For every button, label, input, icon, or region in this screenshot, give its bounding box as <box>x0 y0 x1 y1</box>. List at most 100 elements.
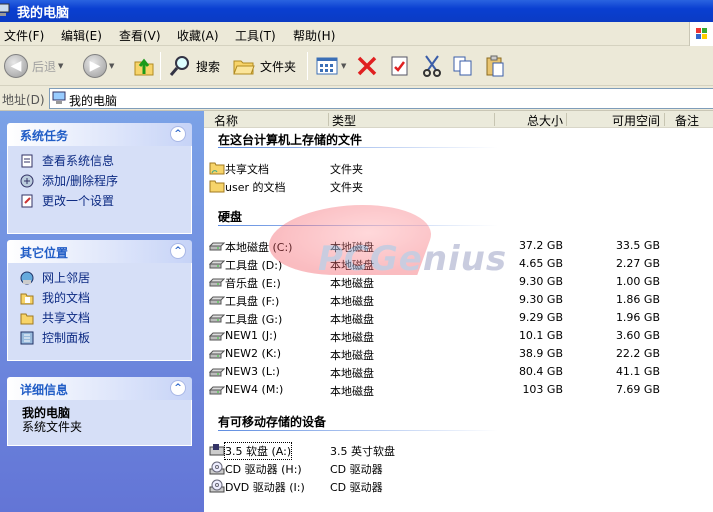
menu-view[interactable]: 查看(V) <box>119 27 161 44</box>
back-arrow-icon: ◀ <box>4 54 28 78</box>
disk-row[interactable]: 工具盘 (D:) 本地磁盘 4.65 GB 2.27 GB <box>204 255 713 273</box>
shared-documents-link[interactable]: 共享文档 <box>20 309 90 326</box>
address-bar: 地址(D) 我的电脑 <box>0 86 713 111</box>
system-tasks-body: 查看系统信息 添加/删除程序 更改一个设置 <box>7 146 192 234</box>
column-divider[interactable] <box>494 113 495 126</box>
column-free-space[interactable]: 可用空间 <box>612 112 660 129</box>
other-places-header[interactable]: 其它位置 ^ <box>7 240 192 263</box>
column-name[interactable]: 名称 <box>214 112 238 129</box>
item-name: NEW1 (J:) <box>225 329 278 342</box>
disk-row[interactable]: 工具盘 (G:) 本地磁盘 9.29 GB 1.96 GB <box>204 309 713 327</box>
item-type: 本地磁盘 <box>330 367 374 380</box>
network-places-link[interactable]: 网上邻居 <box>20 269 90 286</box>
item-type: 3.5 英寸软盘 <box>330 445 395 458</box>
paste-icon <box>486 55 504 77</box>
views-dropdown-icon[interactable]: ▼ <box>341 62 346 70</box>
menu-edit[interactable]: 编辑(E) <box>61 27 102 44</box>
other-places-body: 网上邻居 我的文档 共享文档 控制面板 <box>7 263 192 361</box>
disk-row[interactable]: NEW1 (J:) 本地磁盘 10.1 GB 3.60 GB <box>204 327 713 345</box>
change-setting-link[interactable]: 更改一个设置 <box>20 192 114 209</box>
details-description: 系统文件夹 <box>22 420 83 434</box>
paste-button[interactable] <box>483 46 507 86</box>
item-name: 工具盘 (F:) <box>225 295 280 308</box>
properties-button[interactable] <box>388 46 412 86</box>
back-button[interactable]: ◀ 后退 ▼ <box>4 46 63 86</box>
window-title: 我的电脑 <box>17 6 70 21</box>
column-divider[interactable] <box>566 113 567 126</box>
list-item[interactable]: user 的文档 文件夹 <box>204 177 713 195</box>
forward-button[interactable]: ▶ ▼ <box>83 46 114 86</box>
column-divider[interactable] <box>328 113 329 126</box>
item-free-space: 1.86 GB <box>615 293 660 306</box>
list-item[interactable]: 共享文档 文件夹 <box>204 159 713 177</box>
back-label: 后退 <box>32 59 57 74</box>
title-bar[interactable]: 我的电脑 <box>0 0 713 22</box>
item-total-size: 9.30 GB <box>518 275 563 288</box>
list-item[interactable]: DVD 驱动器 (I:) CD 驱动器 <box>204 477 713 495</box>
folders-button[interactable]: 文件夹 <box>232 46 296 86</box>
search-icon <box>169 56 189 76</box>
item-type: 文件夹 <box>330 163 363 176</box>
network-places-label: 网上邻居 <box>42 271 91 285</box>
change-setting-label: 更改一个设置 <box>42 194 115 208</box>
forward-dropdown-icon[interactable]: ▼ <box>109 62 114 70</box>
documents-folder-icon <box>20 293 34 304</box>
disk-row[interactable]: NEW3 (L:) 本地磁盘 80.4 GB 41.1 GB <box>204 363 713 381</box>
menu-file[interactable]: 文件(F) <box>4 27 44 44</box>
control-panel-label: 控制面板 <box>42 331 91 345</box>
my-documents-link[interactable]: 我的文档 <box>20 289 90 306</box>
other-places-title: 其它位置 <box>20 246 69 260</box>
shared-documents-label: 共享文档 <box>42 311 91 325</box>
collapse-icon[interactable]: ^ <box>170 126 186 142</box>
collapse-icon[interactable]: ^ <box>170 243 186 259</box>
disk-row[interactable]: 工具盘 (F:) 本地磁盘 9.30 GB 1.86 GB <box>204 291 713 309</box>
column-type[interactable]: 类型 <box>332 112 356 129</box>
item-name: 音乐盘 (E:) <box>225 277 281 290</box>
views-button[interactable]: ▼ <box>315 46 346 86</box>
disk-row[interactable]: NEW4 (M:) 本地磁盘 103 GB 7.69 GB <box>204 381 713 399</box>
item-type: 本地磁盘 <box>330 385 374 398</box>
hard-disk-icon <box>209 314 225 323</box>
column-comment[interactable]: 备注 <box>675 112 699 129</box>
item-free-space: 1.96 GB <box>615 311 660 324</box>
cut-button[interactable] <box>420 46 444 86</box>
my-documents-label: 我的文档 <box>42 291 91 305</box>
item-name: 工具盘 (G:) <box>225 313 283 326</box>
item-total-size: 38.9 GB <box>518 347 563 360</box>
details-header[interactable]: 详细信息 ^ <box>7 377 192 400</box>
system-tasks-header[interactable]: 系统任务 ^ <box>7 123 192 146</box>
details-panel: 详细信息 ^ 我的电脑 系统文件夹 <box>7 377 192 446</box>
hard-disk-icon <box>209 332 225 341</box>
back-dropdown-icon[interactable]: ▼ <box>58 62 63 70</box>
disk-row[interactable]: NEW2 (K:) 本地磁盘 38.9 GB 22.2 GB <box>204 345 713 363</box>
disk-row[interactable]: 音乐盘 (E:) 本地磁盘 9.30 GB 1.00 GB <box>204 273 713 291</box>
menu-help[interactable]: 帮助(H) <box>293 27 335 44</box>
search-button[interactable]: 搜索 <box>168 46 220 86</box>
control-panel-link[interactable]: 控制面板 <box>20 329 90 346</box>
collapse-icon[interactable]: ^ <box>170 380 186 396</box>
item-free-space: 22.2 GB <box>615 347 660 360</box>
delete-button[interactable] <box>355 46 379 86</box>
item-name: 工具盘 (D:) <box>225 259 283 272</box>
item-name: NEW3 (L:) <box>225 365 280 378</box>
item-type: CD 驱动器 <box>330 463 383 476</box>
up-folder-button[interactable] <box>132 46 156 86</box>
item-type: 本地磁盘 <box>330 313 374 326</box>
menu-favorites[interactable]: 收藏(A) <box>177 27 219 44</box>
item-total-size: 37.2 GB <box>518 239 563 252</box>
control-panel-icon <box>20 331 34 344</box>
view-system-info-link[interactable]: 查看系统信息 <box>20 152 114 169</box>
list-item[interactable]: CD 驱动器 (H:) CD 驱动器 <box>204 459 713 477</box>
settings-icon <box>21 194 33 207</box>
search-label: 搜索 <box>196 59 221 74</box>
menu-tools[interactable]: 工具(T) <box>235 27 276 44</box>
add-remove-programs-link[interactable]: 添加/删除程序 <box>20 172 118 189</box>
column-divider[interactable] <box>664 113 665 126</box>
disk-row[interactable]: 本地磁盘 (C:) 本地磁盘 37.2 GB 33.5 GB <box>204 237 713 255</box>
list-item[interactable]: 3.5 软盘 (A:) 3.5 英寸软盘 <box>204 441 713 460</box>
item-type: 本地磁盘 <box>330 295 374 308</box>
copy-button[interactable] <box>451 46 475 86</box>
column-total-size[interactable]: 总大小 <box>527 112 563 129</box>
hard-disk-icon <box>209 260 225 269</box>
address-input[interactable]: 我的电脑 <box>49 88 713 109</box>
